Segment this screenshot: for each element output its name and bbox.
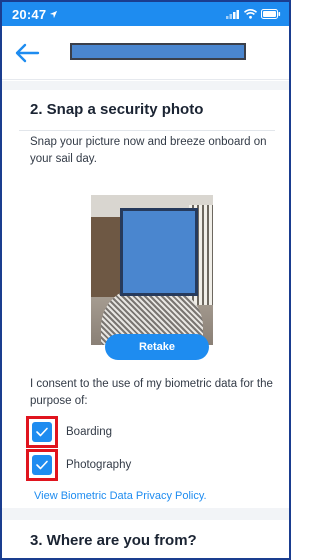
boarding-label: Boarding bbox=[66, 426, 113, 438]
section-spacer bbox=[2, 508, 289, 520]
option-boarding[interactable]: Boarding bbox=[26, 416, 112, 448]
photography-checkbox[interactable] bbox=[32, 455, 52, 475]
highlight-outline bbox=[26, 416, 58, 448]
battery-icon bbox=[261, 9, 281, 19]
photo-door bbox=[91, 217, 121, 297]
photography-label: Photography bbox=[66, 459, 132, 471]
status-time: 20:47 bbox=[12, 6, 47, 22]
redacted-title bbox=[70, 43, 246, 60]
retake-button[interactable]: Retake bbox=[105, 334, 209, 360]
section-divider bbox=[19, 130, 275, 131]
privacy-policy-link[interactable]: View Biometric Data Privacy Policy. bbox=[34, 490, 207, 502]
option-photography[interactable]: Photography bbox=[26, 449, 131, 481]
consent-text: I consent to the use of my biometric dat… bbox=[30, 378, 273, 407]
checkmark-icon bbox=[36, 427, 48, 437]
back-arrow-icon[interactable] bbox=[14, 42, 40, 64]
nav-bar bbox=[2, 26, 289, 80]
app-frame: 20:47 2. Snap a security photo Snap your… bbox=[0, 0, 291, 560]
intro-text: Snap your picture now and breeze onboard… bbox=[30, 136, 267, 165]
wifi-icon bbox=[244, 9, 257, 19]
section-spacer bbox=[2, 81, 289, 90]
highlight-outline bbox=[26, 449, 58, 481]
status-icons bbox=[226, 9, 281, 19]
security-photo-card: 2. Snap a security photo Snap your pictu… bbox=[2, 90, 289, 508]
section-title: 2. Snap a security photo bbox=[30, 101, 204, 118]
status-bar: 20:47 bbox=[2, 2, 289, 26]
face-redaction bbox=[120, 208, 198, 296]
location-arrow-icon bbox=[50, 10, 58, 18]
checkmark-icon bbox=[36, 460, 48, 470]
next-section-title[interactable]: 3. Where are you from? bbox=[30, 532, 197, 549]
boarding-checkbox[interactable] bbox=[32, 422, 52, 442]
status-time-group: 20:47 bbox=[12, 7, 58, 22]
signal-icon bbox=[226, 9, 239, 19]
